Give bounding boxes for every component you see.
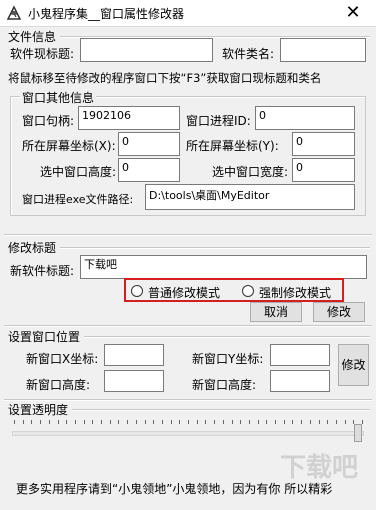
new-title-label: 新软件标题: [10, 264, 75, 278]
window-height-label: 选中窗口高度: [40, 165, 117, 179]
transparency-slider-track[interactable] [12, 431, 364, 436]
new-height-label: 新窗口高度: [26, 378, 91, 392]
slider-tick [31, 420, 32, 424]
slider-tick [49, 420, 50, 424]
slider-tick [23, 420, 24, 424]
slider-tick [336, 420, 337, 424]
watermark-logo-text: 下载吧 [280, 453, 358, 483]
slider-tick [58, 420, 59, 424]
window-height-field[interactable]: 0 [118, 158, 180, 182]
screen-x-label: 所在屏幕坐标(X): [22, 139, 116, 153]
window-handle-field[interactable]: 1902106 [78, 106, 180, 130]
slider-tick [205, 420, 206, 424]
slider-tick [284, 420, 285, 424]
exe-path-field[interactable]: D:\tools\桌面\MyEditor [145, 184, 355, 210]
current-title-field[interactable] [80, 38, 213, 62]
class-name-field[interactable] [280, 38, 366, 62]
slider-tick [345, 420, 346, 424]
modify-title-top-rule [4, 234, 372, 236]
slider-tick [292, 420, 293, 424]
slider-tick [319, 420, 320, 424]
window-info-group-title: 窗口其他信息 [20, 89, 97, 106]
new-x-field[interactable] [104, 344, 164, 366]
slider-tick [327, 420, 328, 424]
slider-tick [92, 420, 93, 424]
force-mode-radio[interactable] [242, 285, 254, 297]
footer-text: 更多实用程序请到“小鬼领地”小鬼领地，因为有你 所以精彩 [16, 482, 333, 496]
app-icon [6, 5, 22, 20]
slider-tick [84, 420, 85, 424]
slider-tick [266, 420, 267, 424]
slider-tick [310, 420, 311, 424]
slider-tick [249, 420, 250, 424]
transparency-divider [72, 409, 370, 411]
slider-tick [171, 420, 172, 424]
window-title: 小鬼程序集__窗口属性修改器 [28, 7, 185, 21]
exe-path-label: 窗口进程exe文件路径: [22, 193, 134, 206]
screen-y-field[interactable]: 0 [292, 132, 355, 156]
transparency-slider-thumb[interactable] [354, 424, 362, 442]
slider-tick [66, 420, 67, 424]
slider-tick [214, 420, 215, 424]
new-y-field[interactable] [270, 344, 330, 366]
slider-tick [153, 420, 154, 424]
slider-tick [162, 420, 163, 424]
new-width-label: 新窗口高度: [192, 378, 257, 392]
hint-text: 将鼠标移至待修改的程序窗口下按“F3”获取窗口现标题和类名 [8, 71, 322, 85]
window-handle-label: 窗口句柄: [22, 114, 75, 128]
modify-title-group-title: 修改标题 [8, 241, 57, 255]
slider-tick [275, 420, 276, 424]
slider-tick [188, 420, 189, 424]
slider-tick [232, 420, 233, 424]
app-window: 小鬼程序集__窗口属性修改器 ✕ 文件信息 软件现标题: 软件类名: 将鼠标移至… [0, 0, 376, 510]
slider-tick [40, 420, 41, 424]
slider-tick [14, 420, 15, 424]
transparency-group-title: 设置透明度 [8, 403, 69, 417]
normal-mode-radio[interactable] [131, 285, 143, 297]
class-name-label: 软件类名: [222, 47, 275, 61]
window-width-label: 选中窗口宽度: [212, 165, 289, 179]
slider-tick [240, 420, 241, 424]
modify-title-divider [60, 247, 370, 249]
modify-title-button[interactable]: 修改 [313, 302, 365, 322]
slider-tick [197, 420, 198, 424]
slider-tick [179, 420, 180, 424]
position-top-rule [4, 325, 372, 327]
close-icon[interactable]: ✕ [330, 0, 376, 27]
slider-tick [136, 420, 137, 424]
title-bar[interactable]: 小鬼程序集__窗口属性修改器 ✕ [0, 0, 376, 27]
process-id-label: 窗口进程ID: [186, 114, 251, 128]
new-height-field[interactable] [104, 370, 164, 392]
new-x-label: 新窗口X坐标: [26, 352, 99, 366]
force-mode-label[interactable]: 强制修改模式 [259, 284, 331, 301]
current-title-label: 软件现标题: [10, 47, 75, 61]
process-id-field[interactable]: 0 [255, 106, 355, 130]
normal-mode-label[interactable]: 普通修改模式 [148, 284, 220, 301]
slider-tick [301, 420, 302, 424]
position-divider [84, 336, 370, 338]
slider-tick [258, 420, 259, 424]
screen-x-field[interactable]: 0 [118, 132, 180, 156]
slider-tick [75, 420, 76, 424]
slider-tick [127, 420, 128, 424]
new-width-field[interactable] [270, 370, 330, 392]
position-group-title: 设置窗口位置 [8, 330, 81, 344]
modify-position-button[interactable]: 修改 [338, 344, 369, 386]
slider-tick [101, 420, 102, 424]
slider-tick [223, 420, 224, 424]
window-width-field[interactable]: 0 [292, 158, 355, 182]
slider-tick [118, 420, 119, 424]
new-title-field[interactable]: 下载吧 [80, 255, 367, 279]
file-info-group-title: 文件信息 [8, 30, 57, 44]
slider-tick [362, 420, 363, 424]
slider-tick [145, 420, 146, 424]
cancel-button[interactable]: 取消 [250, 302, 302, 322]
slider-tick [110, 420, 111, 424]
new-y-label: 新窗口Y坐标: [192, 352, 264, 366]
screen-y-label: 所在屏幕坐标(Y): [186, 139, 279, 153]
